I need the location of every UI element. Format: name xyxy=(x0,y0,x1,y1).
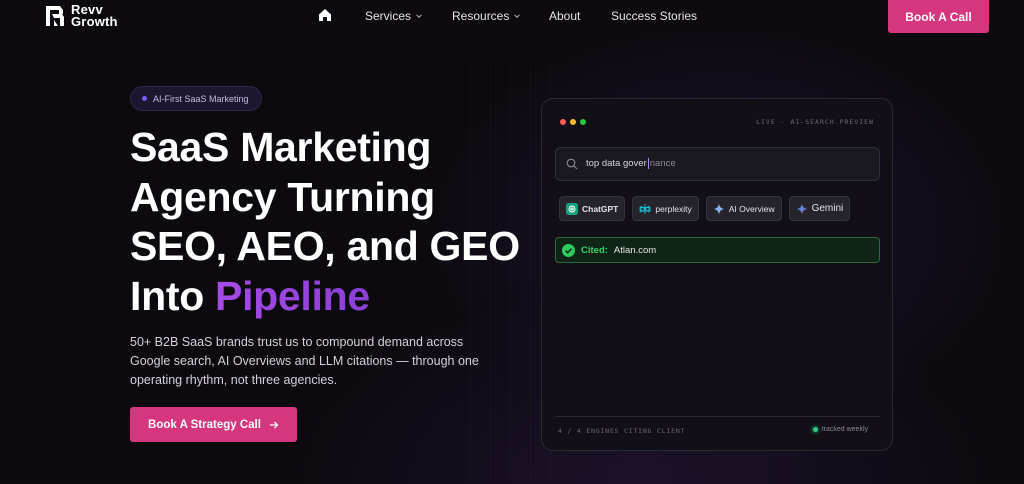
engine-chip-ai-overview[interactable]: AI Overview xyxy=(705,196,782,221)
hero-title-highlight: Pipeline xyxy=(215,272,370,319)
hero-title-prefix: Into xyxy=(130,272,216,319)
hero-title: SaaS Marketing Agency Turning SEO, AEO, … xyxy=(130,123,530,321)
arrow-right-icon xyxy=(269,421,279,428)
badge-dot-icon xyxy=(142,96,147,101)
engine-chip-chatgpt[interactable]: ChatGPT xyxy=(559,196,626,221)
search-query-typed: top data gover xyxy=(586,158,647,170)
chevron-down-icon xyxy=(416,14,422,19)
gemini-icon xyxy=(796,203,808,214)
hero-title-line: SEO, AEO, and GEO xyxy=(130,223,520,269)
hero-cta-label: Book A Strategy Call xyxy=(148,418,261,431)
hero-subtitle-line: 50+ B2B SaaS brands trust us to compound… xyxy=(130,335,464,349)
engine-chip-gemini[interactable]: Gemini xyxy=(788,196,851,221)
maximize-dot-icon xyxy=(580,119,586,125)
home-icon[interactable] xyxy=(317,7,333,23)
hero-badge: AI-First SaaS Marketing xyxy=(130,86,262,111)
search-query: top data gover nance xyxy=(586,158,676,170)
engine-label: ChatGPT xyxy=(582,203,619,214)
revv-logo-icon xyxy=(46,6,64,26)
text-caret xyxy=(647,158,649,170)
engine-label: Gemini xyxy=(811,203,844,214)
check-circle-icon xyxy=(562,243,575,257)
book-strategy-call-button[interactable]: Book A Strategy Call xyxy=(130,407,297,442)
cited-label: Cited: xyxy=(581,244,608,256)
live-label: LIVE · AI-SEARCH.PREVIEW xyxy=(756,118,874,126)
perplexity-icon xyxy=(639,203,651,214)
hero-subtitle-line: operating rhythm, not three agencies. xyxy=(130,373,338,387)
hero-subtitle: 50+ B2B SaaS brands trust us to compound… xyxy=(130,333,510,390)
window-dots xyxy=(560,119,586,125)
nav-item-label: Success Stories xyxy=(611,9,698,23)
top-nav: Revv Growth Services Resources About Suc… xyxy=(0,0,1024,34)
hero-title-line: Agency Turning xyxy=(130,173,435,220)
book-a-call-button[interactable]: Book A Call xyxy=(888,0,989,33)
engines-count: 4 / 4 ENGINES CITING CLIENT xyxy=(558,427,686,435)
cited-result: Cited: Atlan.com xyxy=(555,237,880,263)
engine-label: AI Overview xyxy=(728,203,775,214)
badge-label: AI-First SaaS Marketing xyxy=(153,93,249,104)
nav-item-label: About xyxy=(549,9,581,23)
cited-domain: Atlan.com xyxy=(613,244,657,256)
panel-divider xyxy=(555,416,880,417)
tracked-label: tracked weekly xyxy=(821,426,868,433)
chatgpt-icon xyxy=(566,202,578,215)
ai-search-input[interactable]: top data gover nance xyxy=(555,147,880,181)
minimize-dot-icon xyxy=(570,119,576,125)
engine-chips: ChatGPT perplexity AI Overview Gemini xyxy=(559,196,851,221)
search-query-rest: nance xyxy=(649,158,676,170)
nav-item-services[interactable]: Services xyxy=(365,9,423,23)
nav-item-about[interactable]: About xyxy=(549,9,580,23)
engine-label: perplexity xyxy=(655,203,692,214)
engine-chip-perplexity[interactable]: perplexity xyxy=(632,196,699,221)
nav-item-resources[interactable]: Resources xyxy=(452,9,521,23)
ai-search-preview-panel: LIVE · AI-SEARCH.PREVIEW top data gover n… xyxy=(541,98,893,451)
search-icon xyxy=(566,158,578,170)
sparkle-icon xyxy=(713,203,725,214)
tracked-status: tracked weekly xyxy=(812,426,868,433)
nav-item-success-stories[interactable]: Success Stories xyxy=(611,9,697,23)
close-dot-icon xyxy=(560,119,566,125)
logo-text: Revv Growth xyxy=(71,3,118,29)
status-dot-icon xyxy=(812,427,818,432)
hero-subtitle-line: Google search, AI Overviews and LLM cita… xyxy=(130,354,479,368)
hero-title-line: SaaS Marketing xyxy=(130,124,432,170)
logo-text-line2: Growth xyxy=(71,14,118,29)
nav-item-label: Resources xyxy=(452,9,510,23)
chevron-down-icon xyxy=(514,14,521,19)
logo[interactable]: Revv Growth xyxy=(40,2,118,30)
hero-title-line: Into Pipeline xyxy=(130,272,530,322)
nav-item-label: Services xyxy=(365,9,412,23)
